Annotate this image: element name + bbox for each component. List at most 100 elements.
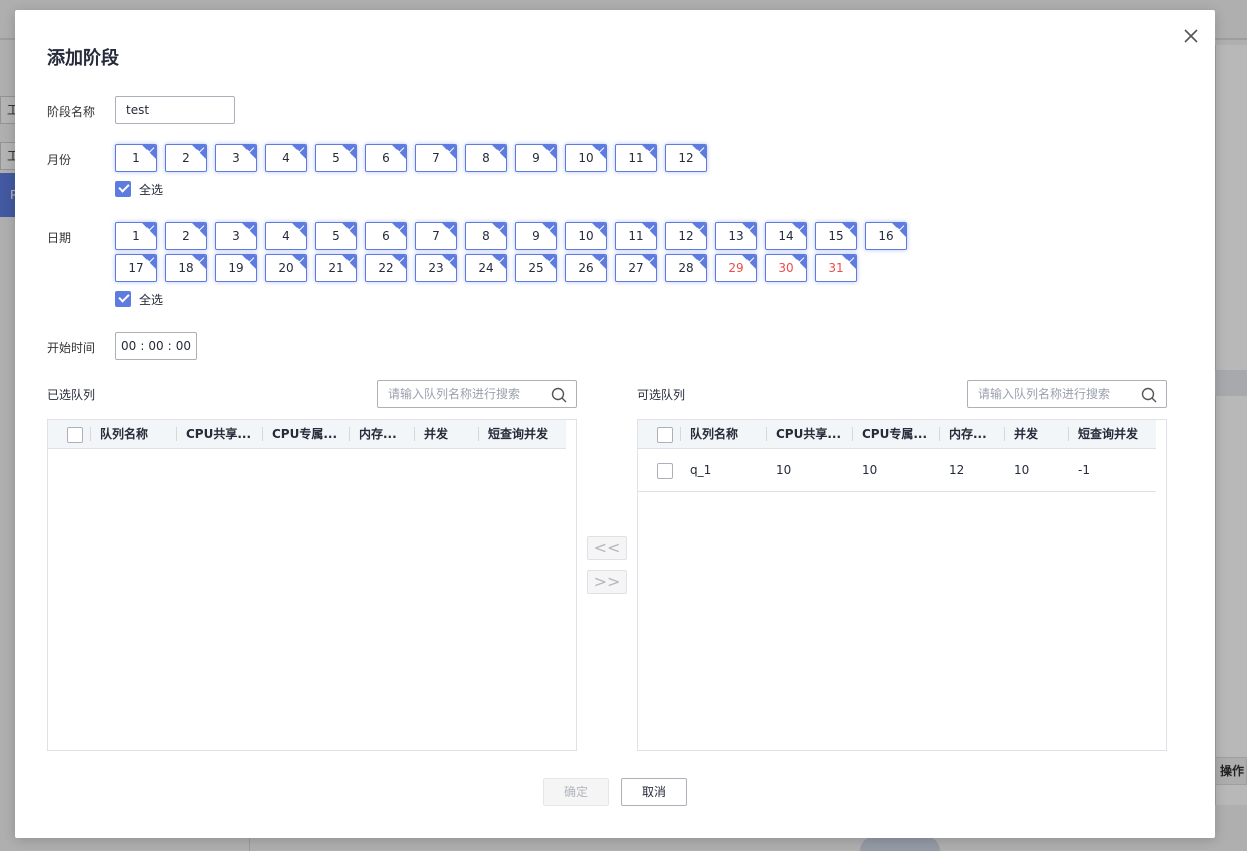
search-icon[interactable]	[1141, 387, 1157, 403]
column-header[interactable]: CPU专属...	[852, 420, 939, 448]
date-chip-24[interactable]: 24	[465, 254, 507, 282]
month-chip-7[interactable]: 7	[415, 144, 457, 172]
date-chip-27[interactable]: 27	[615, 254, 657, 282]
date-select-all[interactable]: 全选	[115, 291, 163, 307]
month-chip-2[interactable]: 2	[165, 144, 207, 172]
date-chip-17[interactable]: 17	[115, 254, 157, 282]
dialog-title: 添加阶段	[47, 48, 119, 69]
date-chip-25[interactable]: 25	[515, 254, 557, 282]
start-time-minute[interactable]: 00	[147, 339, 164, 353]
column-header[interactable]: 并发	[1004, 420, 1068, 448]
column-header[interactable]: CPU专属...	[262, 420, 349, 448]
month-chip-9[interactable]: 9	[515, 144, 557, 172]
date-chip-19[interactable]: 19	[215, 254, 257, 282]
date-chip-4[interactable]: 4	[265, 222, 307, 250]
date-chip-12[interactable]: 12	[665, 222, 707, 250]
date-chip-22[interactable]: 22	[365, 254, 407, 282]
date-chip-9[interactable]: 9	[515, 222, 557, 250]
column-header[interactable]: 内存...	[349, 420, 414, 448]
available-queues-search	[967, 380, 1167, 408]
date-chip-28[interactable]: 28	[665, 254, 707, 282]
start-time-second[interactable]: 00	[175, 339, 192, 353]
date-chip-group-row1: 1 2 3 4 5 6 7 8 9 10 11 12 13 14 15 16	[115, 222, 907, 250]
select-all-checkbox[interactable]	[67, 426, 83, 443]
column-header[interactable]: 队列名称	[680, 420, 766, 448]
cpu-exclusive-cell: 10	[862, 463, 878, 477]
month-chip-5[interactable]: 5	[315, 144, 357, 172]
column-header[interactable]: 队列名称	[90, 420, 176, 448]
month-chip-4[interactable]: 4	[265, 144, 307, 172]
selected-queues-search	[377, 380, 577, 408]
date-chip-2[interactable]: 2	[165, 222, 207, 250]
column-header[interactable]: CPU共享...	[176, 420, 262, 448]
date-chip-8[interactable]: 8	[465, 222, 507, 250]
start-time-picker[interactable]: 00 : 00 : 00	[115, 332, 197, 360]
row-select-cell	[638, 450, 680, 491]
start-time-label: 开始时间	[47, 341, 96, 355]
date-chip-1[interactable]: 1	[115, 222, 157, 250]
select-all-cell	[48, 420, 90, 448]
cpu-shared-cell: 10	[776, 463, 792, 477]
confirm-button[interactable]: 确定	[543, 778, 609, 806]
month-select-all[interactable]: 全选	[115, 181, 163, 197]
select-all-checkbox[interactable]	[657, 426, 673, 443]
date-chip-10[interactable]: 10	[565, 222, 607, 250]
table-header: 队列名称 CPU共享... CPU专属... 内存... 并发 短查询并发	[48, 420, 566, 449]
date-select-all-checkbox[interactable]	[115, 291, 131, 307]
table-header: 队列名称 CPU共享... CPU专属... 内存... 并发 短查询并发	[638, 420, 1156, 449]
month-chip-3[interactable]: 3	[215, 144, 257, 172]
date-chip-11[interactable]: 11	[615, 222, 657, 250]
column-header[interactable]: 短查询并发	[1068, 420, 1156, 448]
date-chip-20[interactable]: 20	[265, 254, 307, 282]
table-row[interactable]: q_1 10 10 12 10 -1	[638, 450, 1156, 492]
selected-queues-table: 队列名称 CPU共享... CPU专属... 内存... 并发 短查询并发	[47, 419, 577, 751]
date-chip-14[interactable]: 14	[765, 222, 807, 250]
month-select-all-checkbox[interactable]	[115, 181, 131, 197]
date-chip-29[interactable]: 29	[715, 254, 757, 282]
date-chip-6[interactable]: 6	[365, 222, 407, 250]
date-chip-16[interactable]: 16	[865, 222, 907, 250]
date-chip-30[interactable]: 30	[765, 254, 807, 282]
month-chip-12[interactable]: 12	[665, 144, 707, 172]
queue-name-cell: q_1	[690, 463, 712, 477]
date-chip-23[interactable]: 23	[415, 254, 457, 282]
row-checkbox[interactable]	[657, 462, 673, 479]
column-header[interactable]: 内存...	[939, 420, 1004, 448]
month-label: 月份	[47, 153, 72, 167]
available-queues-table: 队列名称 CPU共享... CPU专属... 内存... 并发 短查询并发 q_…	[637, 419, 1167, 751]
date-chip-18[interactable]: 18	[165, 254, 207, 282]
date-chip-3[interactable]: 3	[215, 222, 257, 250]
date-chip-21[interactable]: 21	[315, 254, 357, 282]
stage-name-input[interactable]	[115, 96, 235, 124]
available-queues-search-input[interactable]	[968, 381, 1138, 407]
month-chip-8[interactable]: 8	[465, 144, 507, 172]
move-left-button[interactable]: <<	[587, 536, 627, 560]
selected-queues-search-input[interactable]	[378, 381, 548, 407]
month-chip-group: 1 2 3 4 5 6 7 8 9 10 11 12	[115, 144, 707, 172]
date-chip-13[interactable]: 13	[715, 222, 757, 250]
memory-cell: 12	[949, 463, 965, 477]
date-chip-31[interactable]: 31	[815, 254, 857, 282]
column-header[interactable]: 并发	[414, 420, 478, 448]
column-header[interactable]: CPU共享...	[766, 420, 852, 448]
column-header[interactable]: 短查询并发	[478, 420, 566, 448]
date-chip-15[interactable]: 15	[815, 222, 857, 250]
month-chip-1[interactable]: 1	[115, 144, 157, 172]
month-select-all-label: 全选	[139, 182, 164, 197]
date-label: 日期	[47, 231, 72, 245]
month-chip-11[interactable]: 11	[615, 144, 657, 172]
search-icon[interactable]	[551, 387, 567, 403]
date-chip-7[interactable]: 7	[415, 222, 457, 250]
start-time-hour[interactable]: 00	[120, 339, 137, 353]
month-chip-6[interactable]: 6	[365, 144, 407, 172]
date-chip-5[interactable]: 5	[315, 222, 357, 250]
select-all-cell	[638, 420, 680, 448]
date-chip-26[interactable]: 26	[565, 254, 607, 282]
close-icon[interactable]	[1181, 26, 1201, 46]
concurrency-cell: 10	[1014, 463, 1030, 477]
month-chip-10[interactable]: 10	[565, 144, 607, 172]
date-chip-group-row2: 17 18 19 20 21 22 23 24 25 26 27 28 29 30 31	[115, 254, 857, 282]
date-select-all-label: 全选	[139, 292, 164, 307]
move-right-button[interactable]: >>	[587, 570, 627, 594]
cancel-button[interactable]: 取消	[621, 778, 687, 806]
